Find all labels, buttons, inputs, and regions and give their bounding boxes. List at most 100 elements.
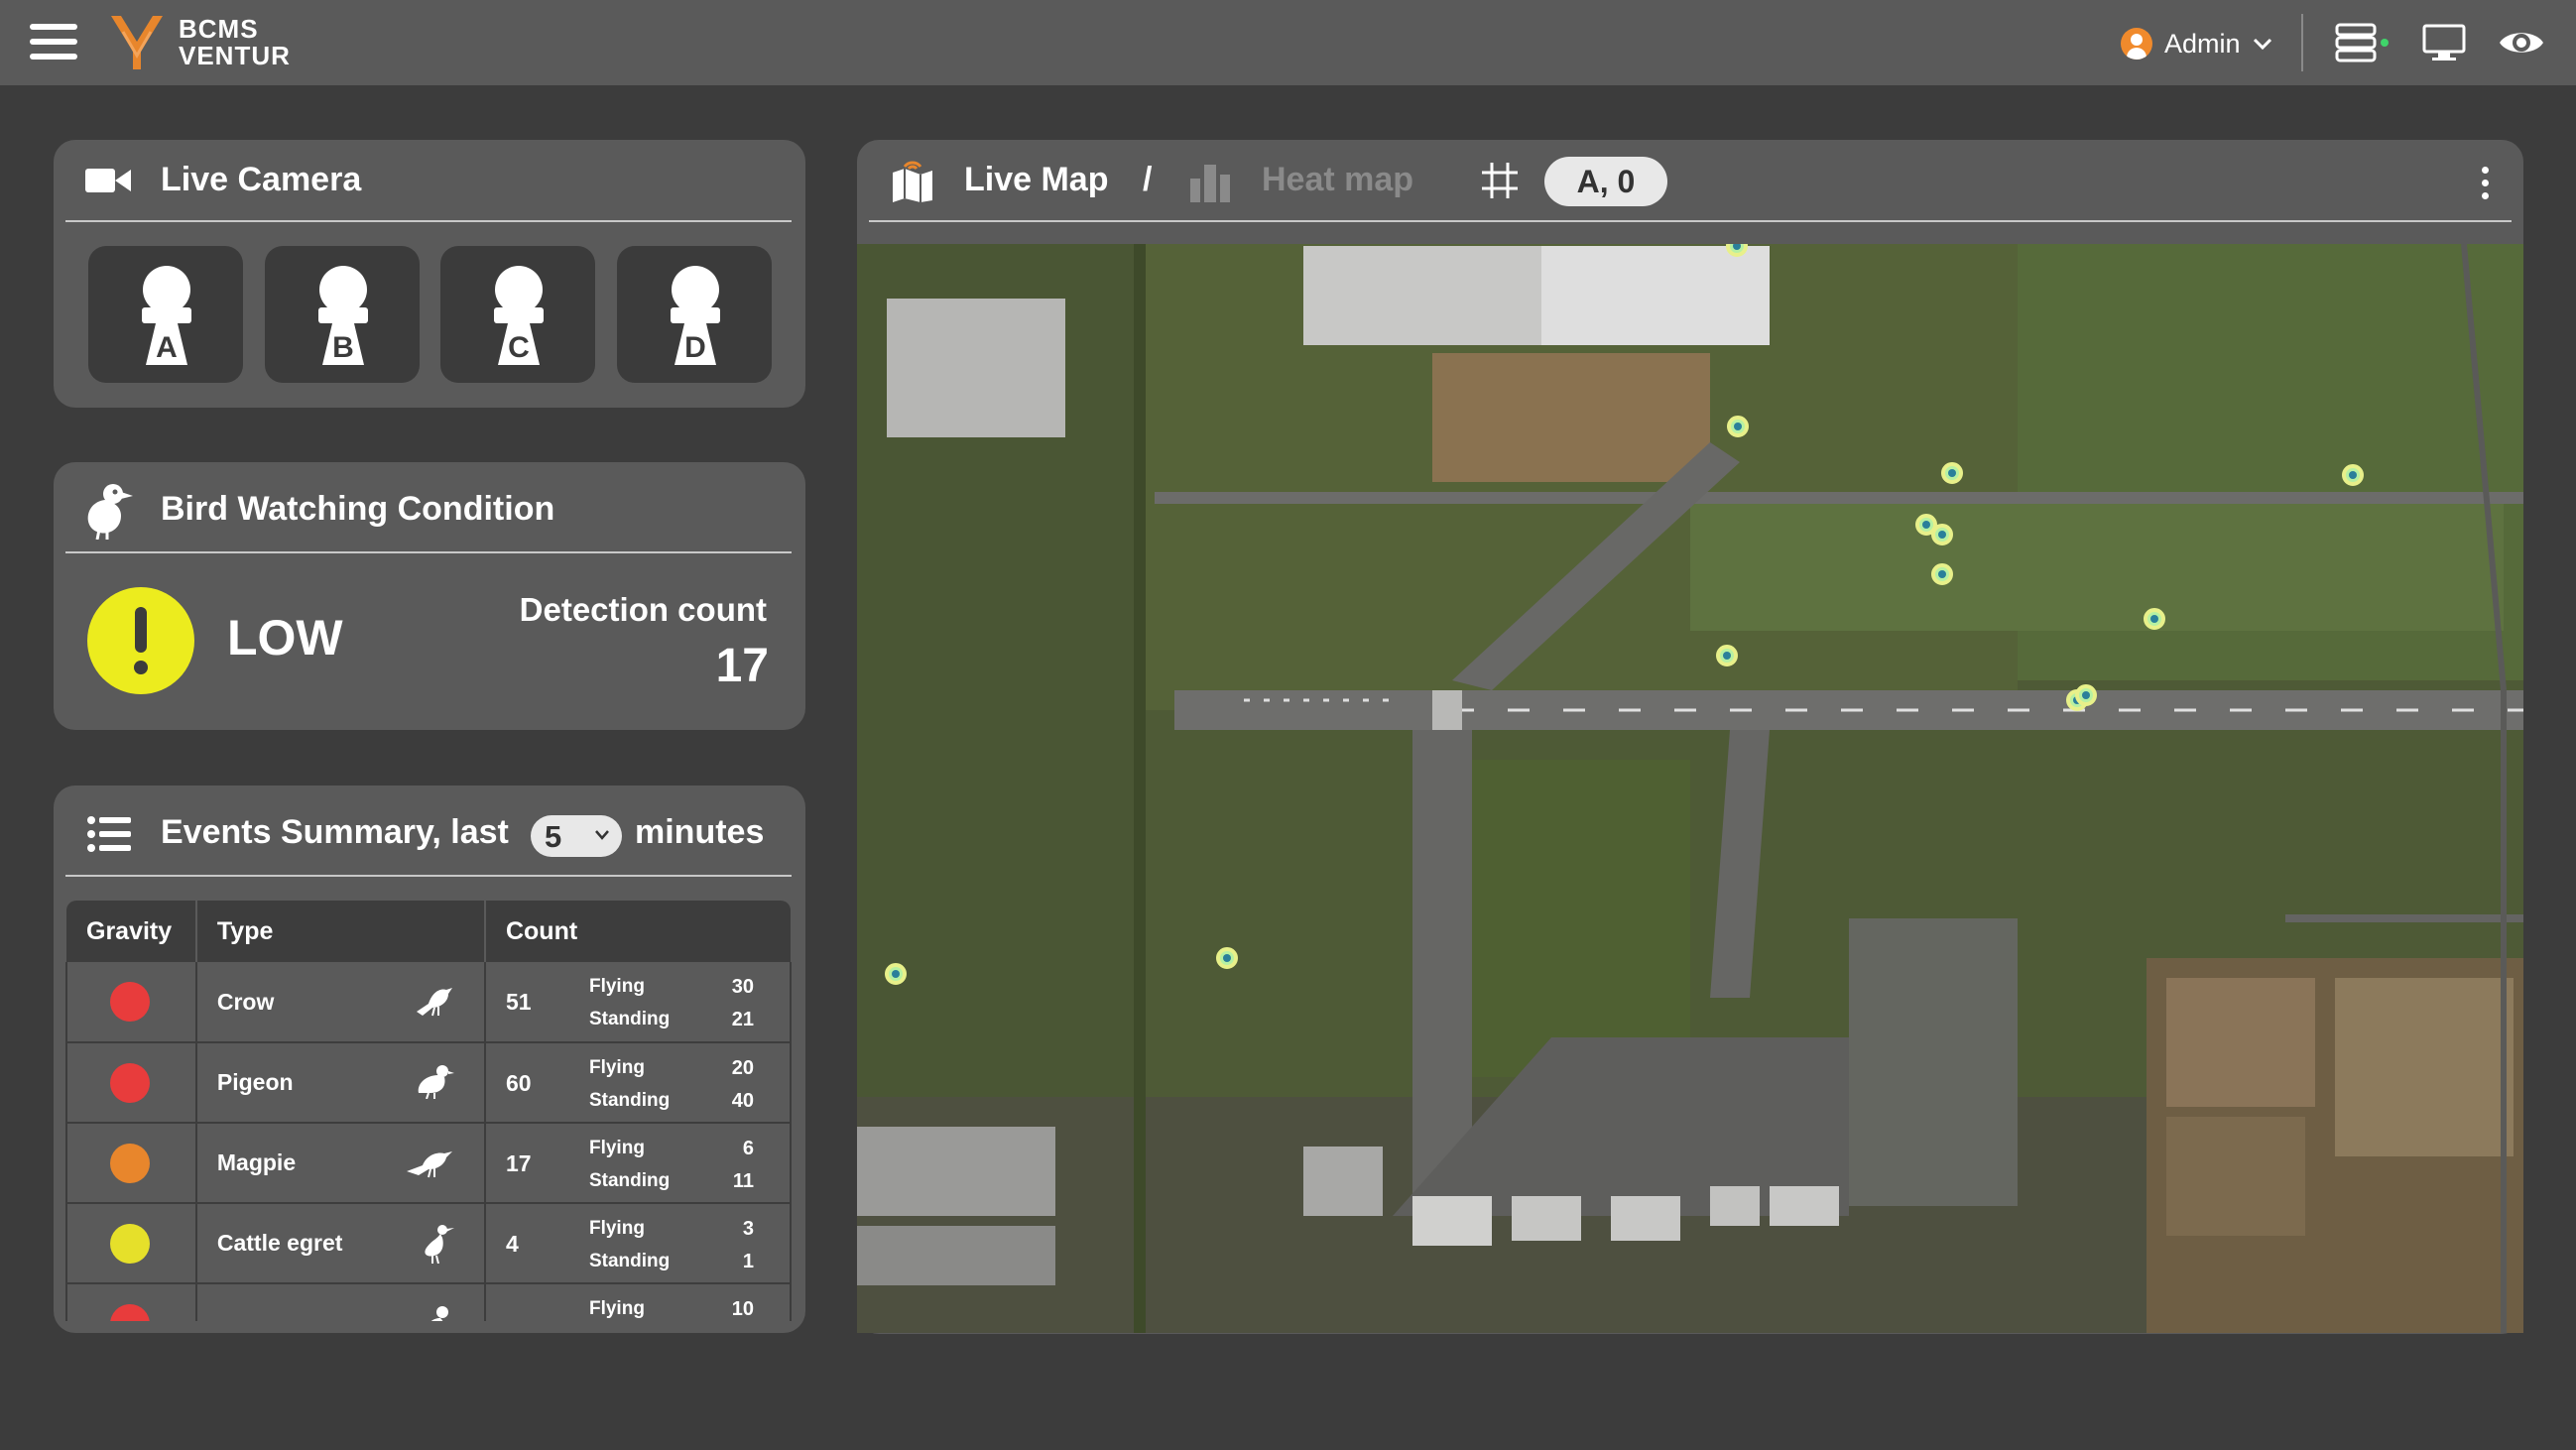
column-header-gravity: Gravity — [66, 901, 197, 962]
table-row[interactable]: Pigeon 60 Flying 20 Standing 40 — [65, 1042, 792, 1124]
table-row[interactable]: Flying 10 — [65, 1283, 792, 1321]
camera-a-icon: A — [142, 266, 191, 365]
crow-icon — [416, 988, 452, 1017]
bird-detection-marker[interactable] — [1216, 947, 1238, 969]
bird-detection-marker[interactable] — [1716, 645, 1738, 666]
camera-a-label: A — [156, 331, 178, 364]
bird-icon — [430, 1306, 448, 1321]
gravity-indicator — [110, 1303, 150, 1321]
standing-count: 11 — [732, 1170, 754, 1192]
divider — [2301, 14, 2303, 71]
chevron-down-icon — [595, 830, 609, 840]
airfield-satellite-image — [857, 244, 2523, 1333]
heat-map-icon — [1190, 165, 1230, 202]
brand-line-1: BCMS — [179, 14, 259, 44]
bird-type: Cattle egret — [216, 1230, 343, 1256]
flying-label: Flying — [588, 1138, 645, 1158]
camera-d-button[interactable]: D — [617, 246, 772, 383]
detection-count-label: Detection count — [519, 591, 767, 628]
standing-count: 40 — [731, 1090, 754, 1112]
top-bar: BCMS VENTUR Admin — [0, 0, 2576, 85]
pigeon-icon — [418, 1065, 454, 1099]
table-row[interactable]: Crow 51 Flying 30 Standing 21 — [65, 962, 792, 1043]
user-menu[interactable]: Admin — [2121, 26, 2272, 61]
flying-count: 3 — [742, 1218, 754, 1240]
standing-label: Standing — [588, 1251, 671, 1271]
table-header: Gravity Type Count — [66, 901, 791, 962]
eye-icon[interactable] — [2498, 22, 2545, 63]
bird-count: 17 — [505, 1150, 532, 1176]
divider — [65, 875, 792, 877]
bird-detection-marker[interactable] — [885, 963, 907, 985]
standing-label: Standing — [588, 1090, 671, 1111]
live-map-icon — [893, 161, 932, 202]
egret-icon — [425, 1225, 454, 1264]
hamburger-menu-icon[interactable] — [30, 24, 77, 60]
table-row[interactable]: Magpie 17 Flying 6 Standing 11 — [65, 1123, 792, 1204]
more-options-icon[interactable] — [2478, 167, 2492, 200]
detection-count-value: 17 — [715, 640, 769, 692]
chevron-down-icon — [2253, 38, 2271, 51]
flying-count: 30 — [731, 976, 754, 998]
user-avatar-icon — [2121, 28, 2152, 60]
events-table: Gravity Type Count Crow 51 Flying 30 Sta… — [65, 901, 792, 1321]
flying-count: 6 — [742, 1138, 754, 1159]
tab-separator: / — [1143, 161, 1153, 198]
camera-c-button[interactable]: C — [440, 246, 595, 383]
live-camera-title: Live Camera — [161, 161, 362, 198]
tab-live-map[interactable]: Live Map — [964, 161, 1108, 199]
magpie-icon — [406, 1151, 452, 1178]
divider — [869, 220, 2512, 222]
gravity-indicator — [110, 1223, 150, 1264]
camera-d-label: D — [684, 331, 706, 364]
tab-heat-map[interactable]: Heat map — [1262, 161, 1413, 199]
satellite-map[interactable] — [857, 244, 2523, 1333]
server-status-icon[interactable] — [2335, 22, 2391, 63]
column-header-type: Type — [195, 901, 486, 962]
monitor-icon[interactable] — [2422, 22, 2466, 63]
minutes-value: 5 — [545, 819, 562, 854]
camera-c-label: C — [508, 331, 530, 364]
logo-icon — [111, 16, 163, 69]
camera-b-button[interactable]: B — [265, 246, 420, 383]
divider — [65, 220, 792, 222]
gravity-indicator — [110, 982, 150, 1022]
brand-line-2: VENTUR — [179, 41, 291, 70]
column-header-count: Count — [484, 901, 791, 962]
divider — [65, 551, 792, 553]
bird-type: Magpie — [216, 1149, 297, 1175]
camera-b-label: B — [332, 331, 354, 364]
camera-b-icon: B — [318, 266, 368, 365]
bird-detection-marker[interactable] — [1931, 563, 1953, 585]
standing-count: 1 — [742, 1251, 754, 1272]
grid-icon[interactable] — [1482, 163, 1518, 198]
bird-detection-marker[interactable] — [2075, 684, 2097, 706]
flying-label: Flying — [588, 1057, 645, 1078]
bird-detection-marker[interactable] — [1941, 462, 1963, 484]
bird-type: Crow — [216, 988, 275, 1015]
bird-watching-title: Bird Watching Condition — [161, 490, 555, 528]
flying-label: Flying — [588, 1298, 645, 1319]
bird-type: Pigeon — [216, 1069, 294, 1095]
standing-label: Standing — [588, 1170, 671, 1191]
bird-count: 51 — [505, 989, 532, 1015]
events-summary-title: Events Summary, last — [161, 813, 509, 851]
list-icon — [87, 816, 131, 852]
standing-count: 21 — [731, 1009, 754, 1030]
gravity-indicator — [110, 1143, 150, 1183]
bird-count: 4 — [505, 1231, 519, 1257]
bird-detection-marker[interactable] — [2144, 608, 2165, 630]
camera-d-icon: D — [671, 266, 720, 365]
camera-a-button[interactable]: A — [88, 246, 243, 383]
bird-detection-marker[interactable] — [1727, 416, 1749, 437]
bird-count: 60 — [505, 1070, 532, 1096]
flying-count: 20 — [731, 1057, 754, 1079]
gravity-indicator — [110, 1062, 150, 1103]
minutes-select[interactable]: 5 — [531, 815, 622, 857]
bird-detection-marker[interactable] — [2342, 464, 2364, 486]
table-row[interactable]: Cattle egret 4 Flying 3 Standing 1 — [65, 1203, 792, 1284]
camera-c-icon: C — [494, 266, 544, 365]
flying-label: Flying — [588, 976, 645, 997]
bird-detection-marker[interactable] — [1931, 524, 1953, 545]
user-name: Admin — [2164, 28, 2241, 59]
